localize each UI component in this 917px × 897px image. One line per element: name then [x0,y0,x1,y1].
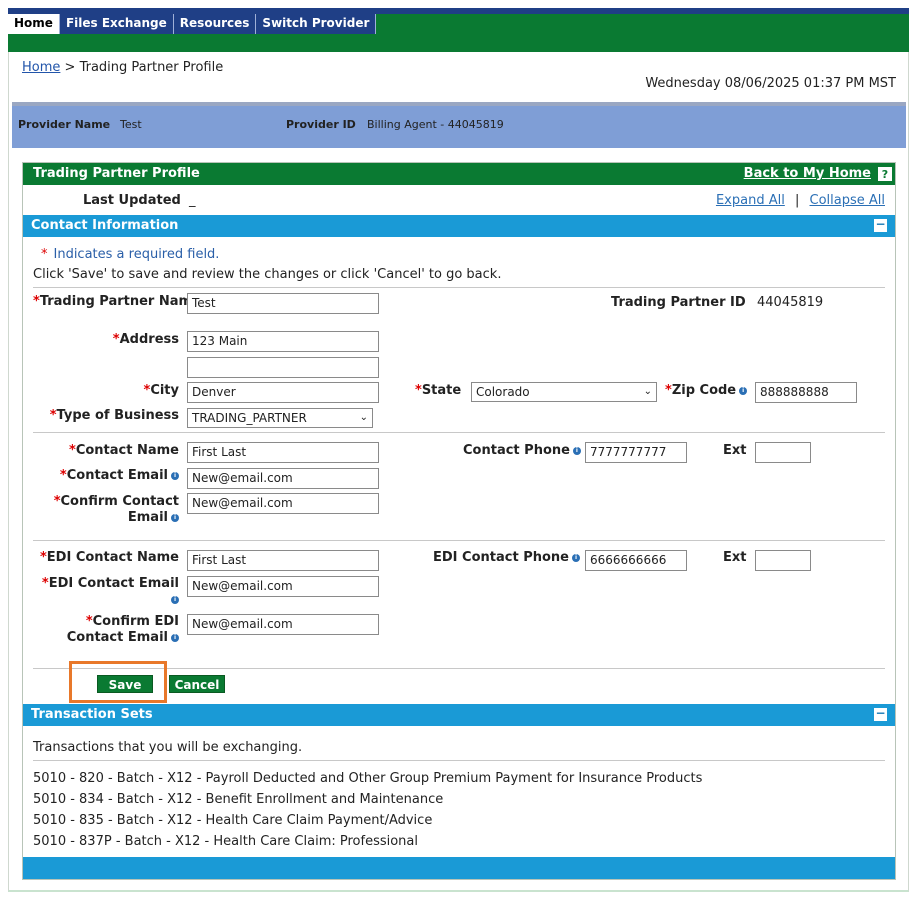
contact-name-input[interactable]: First Last [187,442,379,463]
trading-partner-id-label: Trading Partner ID [611,295,746,310]
info-icon[interactable]: i [171,595,179,604]
last-updated-value: _ [189,193,196,208]
edi-contact-phone-label: EDI Contact Phone i [433,550,580,566]
chevron-down-icon: ⌄ [643,386,652,397]
address-label: *Address [112,332,179,347]
edi-contact-name-label: *EDI Contact Name [39,550,179,565]
collapse-contact-icon[interactable]: − [874,218,887,232]
zip-code-label: *Zip Code i [665,383,748,399]
trading-partner-name-input[interactable]: Test [187,293,379,314]
address-line1-input[interactable]: 123 Main [187,331,379,352]
contact-phone-label: Contact Phone i [463,443,581,459]
provider-id-label: Provider ID [286,118,356,131]
info-icon[interactable]: i [572,446,581,455]
contact-section-title: Contact Information [31,218,179,233]
panel-title: Trading Partner Profile [33,166,200,181]
chevron-down-icon: ⌄ [359,412,368,423]
divider [33,760,885,761]
tab-files-exchange[interactable]: Files Exchange [60,14,174,34]
type-of-business-select[interactable]: TRADING_PARTNER ⌄ [187,408,373,428]
state-select[interactable]: Colorado ⌄ [471,382,657,402]
contact-name-label: *Contact Name [69,443,179,458]
edi-contact-email-label: *EDI Contact Email i [41,576,179,604]
confirm-contact-email-input[interactable]: New@email.com [187,493,379,514]
current-datetime: Wednesday 08/06/2025 01:37 PM MST [645,76,896,91]
trading-partner-name-label: *Trading Partner Name [33,294,201,309]
zip-code-input[interactable]: 888888888 [755,382,857,403]
divider [33,432,885,433]
breadcrumb-current: Trading Partner Profile [79,60,224,75]
panel-header: Trading Partner Profile Back to My Home … [23,163,895,185]
collapse-transactions-icon[interactable]: − [874,707,887,721]
info-icon[interactable]: i [171,471,179,480]
tab-switch-provider[interactable]: Switch Provider [256,14,377,34]
contact-email-label: *Contact Email i [33,468,179,484]
address-line2-input[interactable] [187,357,379,378]
save-button[interactable]: Save [97,675,153,693]
required-note: * Indicates a required field. [41,247,219,262]
tab-home[interactable]: Home [8,14,60,34]
breadcrumb-separator: > [64,60,76,75]
info-icon[interactable]: i [171,513,179,522]
info-icon[interactable]: i [171,633,179,642]
contact-email-input[interactable]: New@email.com [187,468,379,489]
confirm-edi-email-label: *Confirm EDI Contact Email i [66,614,179,645]
contact-section-header: Contact Information − [23,215,895,237]
divider [33,540,885,541]
business-type-selected-value: TRADING_PARTNER [192,411,307,425]
cancel-button[interactable]: Cancel [169,675,225,693]
info-icon[interactable]: i [571,553,580,562]
contact-ext-label: Ext [723,443,747,458]
state-selected-value: Colorado [476,385,530,399]
info-icon[interactable]: i [739,386,748,395]
expand-all-link[interactable]: Expand All [716,193,785,208]
state-label: *State [415,383,462,398]
expand-collapse-links: Expand All | Collapse All [716,193,885,208]
transaction-item: 5010 - 820 - Batch - X12 - Payroll Deduc… [33,771,703,786]
panel-footer-bar [23,857,895,879]
transaction-item: 5010 - 835 - Batch - X12 - Health Care C… [33,813,433,828]
edi-ext-input[interactable] [755,550,811,571]
contact-phone-input[interactable]: 7777777777 [585,442,687,463]
transactions-section-header: Transaction Sets − [23,704,895,726]
top-navigation-bar: Home Files Exchange Resources Switch Pro… [8,8,909,52]
city-input[interactable]: Denver [187,382,379,403]
required-note-text: Indicates a required field. [53,247,220,262]
divider [33,287,885,288]
last-updated-label: Last Updated [83,193,181,208]
trading-partner-id-value: 44045819 [757,295,824,310]
provider-info-bar: Provider Name Test Provider ID Billing A… [12,102,906,148]
type-of-business-label: *Type of Business [49,408,179,423]
collapse-all-link[interactable]: Collapse All [810,193,886,208]
edi-contact-name-input[interactable]: First Last [187,550,379,571]
contact-ext-input[interactable] [755,442,811,463]
transaction-item: 5010 - 834 - Batch - X12 - Benefit Enrol… [33,792,444,807]
transactions-intro: Transactions that you will be exchanging… [33,740,303,755]
provider-id-value: Billing Agent - 44045819 [367,118,504,131]
last-updated-row: Last Updated _ Expand All | Collapse All [23,185,895,215]
required-star-icon: * [41,247,48,262]
tab-resources[interactable]: Resources [174,14,257,34]
trading-partner-panel: Trading Partner Profile Back to My Home … [22,162,896,880]
provider-name-value: Test [120,118,142,131]
breadcrumb-home-link[interactable]: Home [22,60,60,75]
nav-tabs: Home Files Exchange Resources Switch Pro… [8,14,377,34]
edi-ext-label: Ext [723,550,747,565]
confirm-contact-email-label: *Confirm Contact Email i [53,494,179,525]
confirm-edi-email-input[interactable]: New@email.com [187,614,379,635]
provider-name-label: Provider Name [18,118,111,131]
transaction-item: 5010 - 837P - Batch - X12 - Health Care … [33,834,418,849]
link-separator: | [794,193,800,208]
city-label: *City [143,383,180,398]
save-instruction: Click 'Save' to save and review the chan… [33,267,502,282]
edi-contact-phone-input[interactable]: 6666666666 [585,550,687,571]
help-icon[interactable]: ? [878,167,892,181]
edi-contact-email-input[interactable]: New@email.com [187,576,379,597]
transactions-section-title: Transaction Sets [31,707,153,722]
back-to-home-link[interactable]: Back to My Home [744,166,871,181]
breadcrumb: Home > Trading Partner Profile [22,60,223,75]
